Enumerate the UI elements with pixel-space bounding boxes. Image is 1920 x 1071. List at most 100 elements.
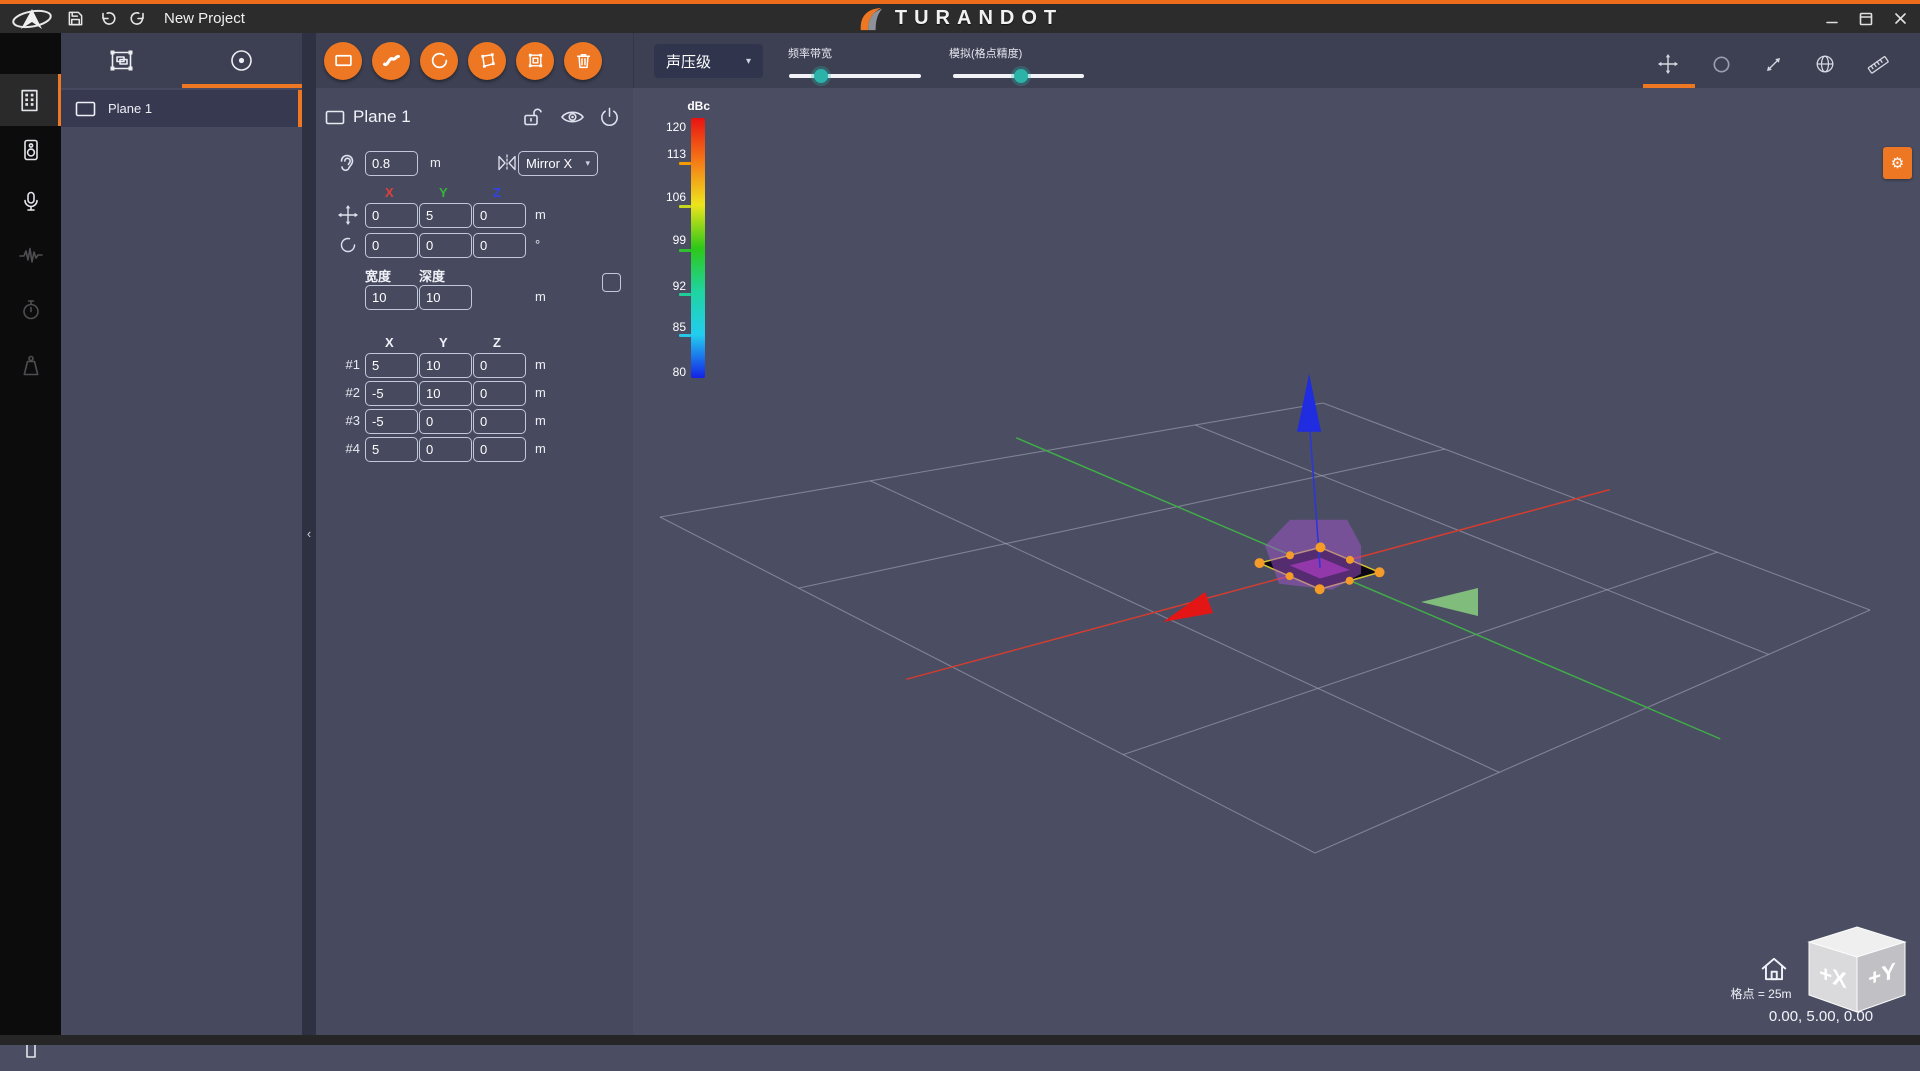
axis-labels-row: X Y Z: [316, 185, 633, 200]
colorbar-side-tick: [679, 293, 691, 296]
close-button[interactable]: [1890, 9, 1910, 29]
sidebar-item-microphones[interactable]: [0, 176, 61, 228]
corner1-x-input[interactable]: [365, 353, 418, 378]
delete-button[interactable]: [564, 42, 602, 80]
sidebar-item-venue[interactable]: [0, 74, 61, 126]
mirror-select[interactable]: Mirror X ▾: [518, 151, 598, 176]
position-y-input[interactable]: [419, 203, 472, 228]
rotation-unit: °: [535, 237, 540, 252]
speaker-icon: [19, 138, 43, 162]
move-tool-button[interactable]: [1656, 52, 1680, 76]
view-cube[interactable]: +X +Y: [1807, 926, 1907, 1018]
collapse-panel-handle[interactable]: ‹: [302, 527, 316, 541]
corner-header-row: X Y Z: [316, 335, 633, 351]
display-mode-select[interactable]: 声压级 ▾: [654, 44, 763, 78]
building-icon: [17, 88, 42, 113]
corner-header-y: Y: [439, 335, 453, 350]
bandwidth-slider-track[interactable]: [789, 74, 921, 78]
maximize-button[interactable]: [1856, 9, 1876, 29]
width-input[interactable]: [365, 285, 418, 310]
listener-distance-input[interactable]: [365, 151, 418, 176]
colorbar-tick: 113: [646, 147, 686, 161]
add-rectangle-button[interactable]: [324, 42, 362, 80]
corner-row-label: #1: [330, 357, 360, 372]
position-x-input[interactable]: [365, 203, 418, 228]
weight-icon: [19, 354, 43, 378]
colorbar-tick: 80: [646, 365, 686, 379]
stopwatch-icon: [19, 298, 43, 322]
gear-icon: ⚙: [1891, 154, 1904, 172]
measure-tool-button[interactable]: [1866, 52, 1890, 76]
corner3-x-input[interactable]: [365, 409, 418, 434]
globe-tool-button[interactable]: [1813, 52, 1837, 76]
position-z-input[interactable]: [473, 203, 526, 228]
sidebar-bottom-toggle[interactable]: [0, 1027, 61, 1071]
layer-list-panel: Plane 1: [61, 33, 302, 1035]
corner-row-3: #3 m: [316, 409, 633, 434]
corner3-z-input[interactable]: [473, 409, 526, 434]
corner4-z-input[interactable]: [473, 437, 526, 462]
visibility-icon[interactable]: [560, 106, 585, 128]
rotation-y-input[interactable]: [419, 233, 472, 258]
settings-flyout-button[interactable]: ⚙: [1883, 147, 1912, 179]
rectangle-icon: [75, 101, 96, 117]
precision-slider-knob[interactable]: [1014, 69, 1028, 83]
corner2-y-input[interactable]: [419, 381, 472, 406]
tab-sources[interactable]: [182, 33, 303, 88]
sidebar-item-load[interactable]: [0, 340, 61, 392]
viewport-3d: 声压级 ▾ 频率带宽 模拟(格点精度): [633, 33, 1920, 1035]
depth-input[interactable]: [419, 285, 472, 310]
dimension-unit: m: [535, 289, 546, 304]
plane-select-icon: [108, 48, 135, 73]
waveform-icon: [18, 243, 44, 269]
orbit-tool-button[interactable]: [1709, 52, 1733, 76]
rotation-z-input[interactable]: [473, 233, 526, 258]
project-name: New Project: [164, 10, 245, 27]
corner-row-4: #4 m: [316, 437, 633, 462]
corner1-unit: m: [535, 357, 546, 372]
bandwidth-slider-label: 频率带宽: [788, 45, 832, 61]
add-circle-button[interactable]: [420, 42, 458, 80]
corner-header-x: X: [385, 335, 399, 350]
properties-panel: Plane 1: [316, 33, 633, 1035]
redo-button[interactable]: [128, 8, 150, 30]
cursor-coordinates: 0.00, 5.00, 0.00: [1741, 1008, 1901, 1025]
undo-button[interactable]: [96, 8, 118, 30]
corner1-z-input[interactable]: [473, 353, 526, 378]
colorbar-tick: 106: [646, 190, 686, 204]
corner1-y-input[interactable]: [419, 353, 472, 378]
corner2-z-input[interactable]: [473, 381, 526, 406]
depth-label: 深度: [419, 266, 445, 285]
colorbar-side-tick: [679, 334, 691, 337]
rotation-x-input[interactable]: [365, 233, 418, 258]
sidebar-item-signal[interactable]: [0, 230, 61, 282]
sidebar-item-speakers[interactable]: [0, 124, 61, 176]
scene-3d[interactable]: [633, 33, 1920, 1035]
add-ribbon-button[interactable]: [372, 42, 410, 80]
minimize-button[interactable]: [1822, 9, 1842, 29]
save-button[interactable]: [64, 8, 86, 30]
precision-slider-track[interactable]: [953, 74, 1084, 78]
colorbar: [691, 118, 705, 378]
add-polygon-button[interactable]: [468, 42, 506, 80]
precision-slider-label: 模拟(格点精度): [949, 45, 1022, 61]
app-logo-icon: [10, 5, 54, 32]
dimension-inputs-row: m: [316, 285, 633, 310]
home-view-button[interactable]: [1759, 955, 1789, 983]
colorbar-tick: 99: [646, 233, 686, 247]
sidebar-item-timing[interactable]: [0, 284, 61, 336]
bandwidth-slider-knob[interactable]: [814, 69, 828, 83]
power-icon[interactable]: [598, 106, 621, 129]
unlock-icon[interactable]: [521, 105, 547, 129]
corner2-x-input[interactable]: [365, 381, 418, 406]
titlebar: New Project TURANDOT: [0, 4, 1920, 33]
corner3-unit: m: [535, 413, 546, 428]
corner3-y-input: [419, 409, 472, 434]
list-item-plane1[interactable]: Plane 1: [61, 90, 302, 127]
corner4-x-input[interactable]: [365, 437, 418, 462]
scale-tool-button[interactable]: [1761, 52, 1785, 76]
select-transform-button[interactable]: [516, 42, 554, 80]
tab-geometry[interactable]: [61, 33, 182, 88]
home-icon: [1759, 955, 1789, 983]
corner4-y-input[interactable]: [419, 437, 472, 462]
